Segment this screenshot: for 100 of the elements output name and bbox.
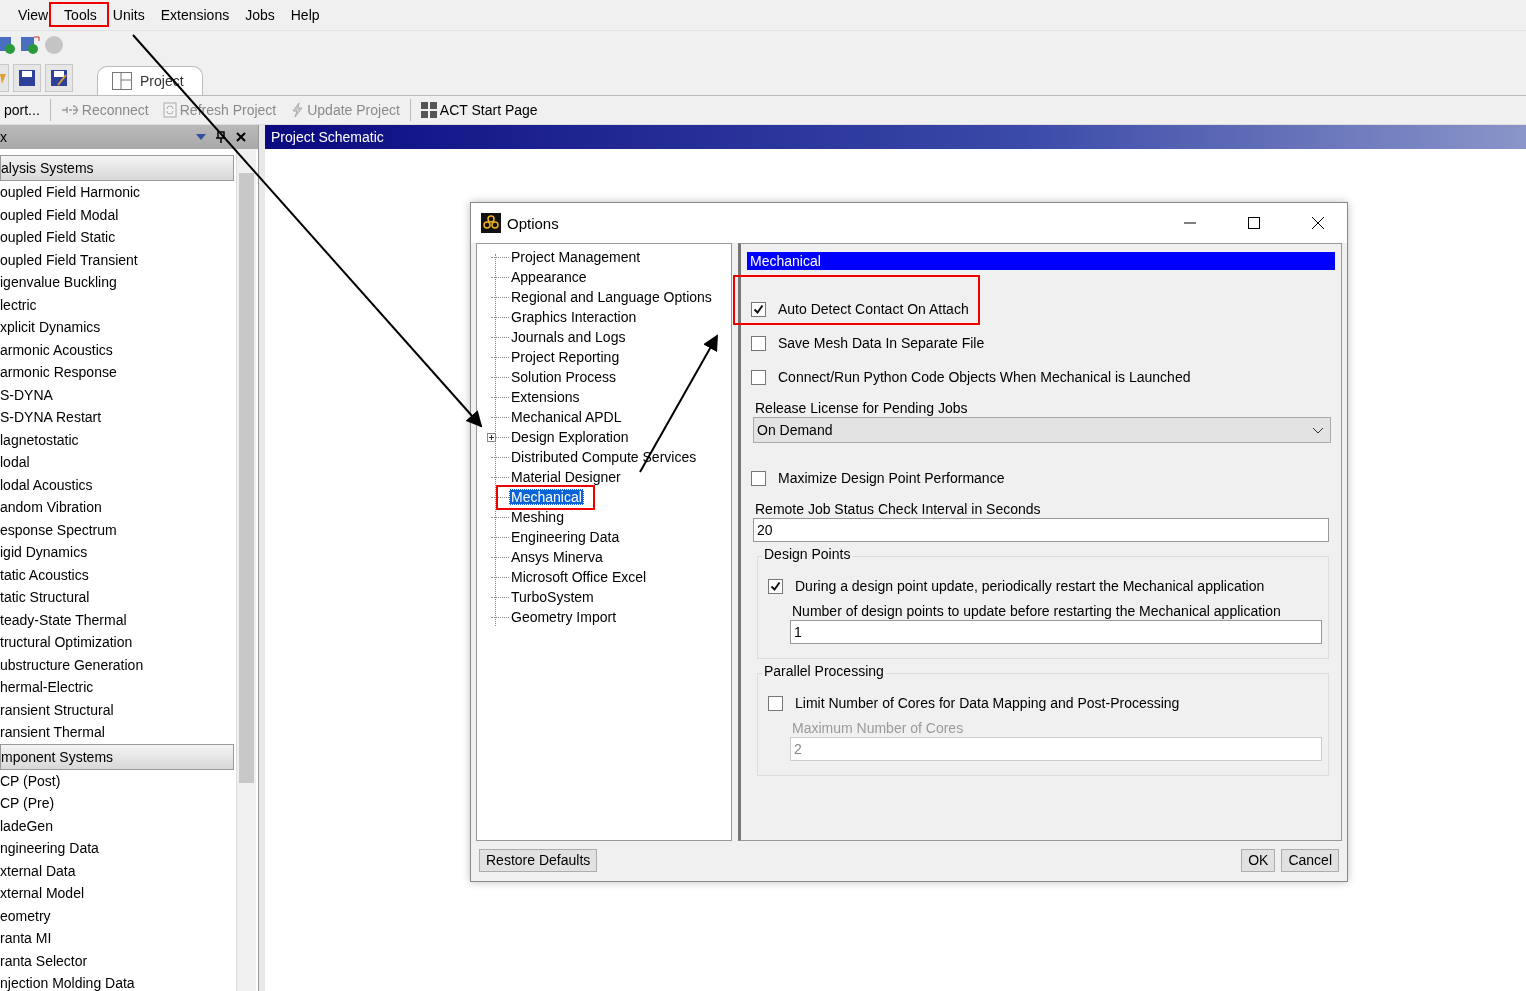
dialog-title: Options xyxy=(507,214,560,232)
system-item[interactable]: xplicit Dynamics xyxy=(0,316,236,339)
checkbox[interactable] xyxy=(768,578,783,594)
system-item[interactable]: hermal-Electric xyxy=(0,676,236,699)
checkbox-label: Limit Number of Cores for Data Mapping and Post-Processing xyxy=(795,695,1180,711)
system-item[interactable]: ubstructure Generation xyxy=(0,653,236,676)
checkbox-label: Connect/Run Python Code Objects When Mechanical is Launched xyxy=(778,369,1191,385)
system-item[interactable]: lodal Acoustics xyxy=(0,473,236,496)
tree-item[interactable]: Project Reporting xyxy=(509,349,622,365)
globe-document-icon[interactable] xyxy=(20,35,40,55)
checkbox-label: Maximize Design Point Performance xyxy=(778,470,1005,486)
tree-item[interactable]: Mechanical xyxy=(509,489,584,505)
system-item[interactable]: ransient Thermal xyxy=(0,721,236,744)
menu-item[interactable]: Extensions xyxy=(152,7,238,23)
system-item[interactable]: njection Molding Data xyxy=(0,972,236,991)
save-icon[interactable] xyxy=(13,64,41,92)
system-item[interactable]: ladeGen xyxy=(0,814,236,837)
system-item[interactable]: oupled Field Modal xyxy=(0,203,236,226)
tree-item[interactable]: Appearance xyxy=(509,269,589,285)
toolbar-button[interactable]: port... xyxy=(0,102,44,118)
grid-icon xyxy=(420,102,437,118)
system-item[interactable]: ngineering Data xyxy=(0,837,236,860)
checkbox[interactable] xyxy=(751,301,766,317)
toolbar-button[interactable]: ACT Start Page xyxy=(416,102,542,118)
tree-item[interactable]: Geometry Import xyxy=(509,609,619,625)
lightning-icon xyxy=(290,102,305,118)
caret-icon[interactable] xyxy=(196,134,206,140)
checkbox[interactable] xyxy=(751,335,766,351)
system-item[interactable]: armonic Response xyxy=(0,361,236,384)
system-item[interactable]: tructural Optimization xyxy=(0,631,236,654)
system-item[interactable]: oupled Field Transient xyxy=(0,248,236,271)
system-item[interactable]: tatic Acoustics xyxy=(0,563,236,586)
system-item[interactable]: xternal Data xyxy=(0,859,236,882)
system-item[interactable]: igenvalue Buckling xyxy=(0,271,236,294)
field-label: Maximum Number of Cores xyxy=(791,720,965,736)
tree-item[interactable]: Regional and Language Options xyxy=(509,289,714,305)
menu-item[interactable]: View xyxy=(10,7,57,23)
tree-item[interactable]: Graphics Interaction xyxy=(509,309,639,325)
tree-item[interactable]: Meshing xyxy=(509,509,566,525)
tree-item[interactable]: Microsoft Office Excel xyxy=(509,569,649,585)
checkbox[interactable] xyxy=(751,369,766,385)
tree-item[interactable]: Project Management xyxy=(509,249,643,265)
tree-item[interactable]: Engineering Data xyxy=(509,529,622,545)
system-item[interactable]: igid Dynamics xyxy=(0,541,236,564)
system-item[interactable]: CP (Pre) xyxy=(0,792,236,815)
system-item[interactable]: ranta MI xyxy=(0,927,236,950)
system-item[interactable]: lodal xyxy=(0,451,236,474)
close-icon[interactable] xyxy=(236,132,246,142)
highlight-frame xyxy=(49,2,109,27)
system-item[interactable]: lagnetostatic xyxy=(0,428,236,451)
input-field[interactable]: 20 xyxy=(753,518,1329,542)
system-item[interactable]: esponse Spectrum xyxy=(0,518,236,541)
section-header: Mechanical xyxy=(747,252,1335,270)
dialog-button[interactable]: Restore Defaults xyxy=(479,848,598,872)
system-item[interactable]: S-DYNA xyxy=(0,383,236,406)
menu-item[interactable]: Tools xyxy=(56,7,105,23)
tree-item[interactable]: Design Exploration xyxy=(509,429,631,445)
system-item[interactable]: S-DYNA Restart xyxy=(0,406,236,429)
app-logo-icon xyxy=(481,213,501,233)
system-item[interactable]: lectric xyxy=(0,293,236,316)
tree-item[interactable]: Material Designer xyxy=(509,469,623,485)
tree-item[interactable]: Mechanical APDL xyxy=(509,409,624,425)
system-item[interactable]: oupled Field Harmonic xyxy=(0,181,236,204)
tree-item[interactable]: Extensions xyxy=(509,389,582,405)
checkbox[interactable] xyxy=(751,470,766,486)
system-item[interactable]: teady-State Thermal xyxy=(0,608,236,631)
scrollbar-thumb[interactable] xyxy=(239,173,254,783)
tree-item[interactable]: Solution Process xyxy=(509,369,619,385)
save-as-icon[interactable] xyxy=(45,64,73,92)
scrollbar[interactable] xyxy=(236,149,256,991)
dialog-button[interactable]: Cancel xyxy=(1281,848,1339,872)
category-header[interactable]: mponent Systems xyxy=(0,743,234,770)
input-field[interactable]: 1 xyxy=(790,620,1322,644)
pin-icon[interactable] xyxy=(216,131,226,143)
maximize-icon[interactable] xyxy=(1248,217,1260,229)
dropdown[interactable]: On Demand xyxy=(753,417,1331,443)
system-item[interactable]: tatic Structural xyxy=(0,586,236,609)
checkbox-label: Save Mesh Data In Separate File xyxy=(778,335,985,351)
globe-document-icon[interactable] xyxy=(0,35,16,55)
system-item[interactable]: armonic Acoustics xyxy=(0,338,236,361)
field-label: Remote Job Status Check Interval in Seconds xyxy=(754,501,1042,517)
tree-item[interactable]: Ansys Minerva xyxy=(509,549,605,565)
system-item[interactable]: eometry xyxy=(0,904,236,927)
system-item[interactable]: andom Vibration xyxy=(0,496,236,519)
expand-icon[interactable] xyxy=(487,432,496,442)
chevron-down-icon xyxy=(1312,426,1324,434)
menu-item[interactable]: Help xyxy=(282,7,328,23)
checkbox[interactable] xyxy=(768,695,783,711)
system-item[interactable]: ranta Selector xyxy=(0,949,236,972)
tree-item[interactable]: Journals and Logs xyxy=(509,329,628,345)
category-header[interactable]: alysis Systems xyxy=(0,155,234,181)
menu-item[interactable]: Units xyxy=(104,7,153,23)
tree-item[interactable]: TurboSystem xyxy=(509,589,596,605)
system-item[interactable]: CP (Post) xyxy=(0,769,236,792)
dialog-button[interactable]: OK xyxy=(1241,848,1276,872)
system-item[interactable]: oupled Field Static xyxy=(0,226,236,249)
close-icon[interactable] xyxy=(1312,217,1324,229)
system-item[interactable]: ransient Structural xyxy=(0,698,236,721)
menu-item[interactable]: Jobs xyxy=(237,7,283,23)
system-item[interactable]: xternal Model xyxy=(0,882,236,905)
